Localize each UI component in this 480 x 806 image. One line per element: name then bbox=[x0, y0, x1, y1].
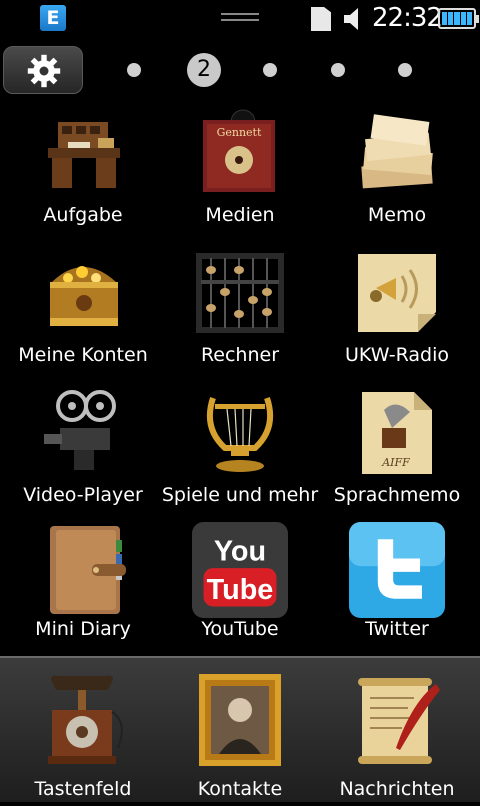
speaker-icon bbox=[344, 8, 358, 30]
page-dot-1[interactable] bbox=[127, 63, 141, 77]
svg-text:Gennett: Gennett bbox=[217, 126, 262, 139]
app-label: Rechner bbox=[200, 344, 280, 366]
app-label: Aufgabe bbox=[43, 204, 123, 226]
app-sprachmemo[interactable]: AIFF Sprachmemo bbox=[319, 386, 475, 522]
portrait-frame-icon bbox=[199, 674, 281, 766]
app-label: Kontakte bbox=[197, 778, 283, 800]
quill-scroll-icon bbox=[358, 678, 440, 764]
app-spiele[interactable]: Spiele und mehr bbox=[162, 386, 318, 522]
app-twitter[interactable]: Twitter bbox=[319, 520, 475, 656]
youtube-you-text: You bbox=[214, 535, 266, 567]
twitter-icon bbox=[349, 522, 445, 618]
clock: 22:32 bbox=[372, 3, 443, 33]
page-dot-current[interactable]: 2 bbox=[187, 53, 221, 87]
app-label: Meine Konten bbox=[18, 344, 148, 366]
rotary-telephone-icon bbox=[48, 675, 123, 764]
app-ukw-radio[interactable]: UKW-Radio bbox=[319, 246, 475, 382]
sd-card-icon bbox=[311, 7, 331, 31]
status-bar: E 22:32 bbox=[0, 0, 480, 38]
app-label: Spiele und mehr bbox=[161, 484, 319, 506]
battery-icon bbox=[438, 8, 479, 29]
app-mini-diary[interactable]: Mini Diary bbox=[5, 520, 161, 656]
aiff-file-icon: AIFF bbox=[362, 392, 432, 474]
notification-handle[interactable] bbox=[221, 13, 259, 25]
app-label: UKW-Radio bbox=[345, 344, 449, 366]
paper-stack-icon bbox=[361, 114, 433, 189]
film-projector-icon bbox=[44, 390, 116, 470]
app-label: Video-Player bbox=[23, 484, 143, 506]
settings-button[interactable] bbox=[3, 46, 83, 94]
gear-icon bbox=[27, 54, 61, 88]
dock-kontakte[interactable]: Kontakte bbox=[162, 670, 318, 806]
app-label: Twitter bbox=[365, 618, 429, 640]
app-label: Memo bbox=[367, 204, 427, 226]
diary-icon bbox=[50, 526, 126, 614]
page-dot-3[interactable] bbox=[263, 63, 277, 77]
page-dot-4[interactable] bbox=[331, 63, 345, 77]
dock-tastenfeld[interactable]: Tastenfeld bbox=[5, 670, 161, 806]
page-dot-5[interactable] bbox=[398, 63, 412, 77]
aiff-label: AIFF bbox=[381, 456, 410, 469]
dock: Tastenfeld Kontakte Nachrichten bbox=[0, 656, 480, 802]
app-label: Mini Diary bbox=[35, 618, 131, 640]
record-icon: Gennett bbox=[203, 109, 275, 192]
lyre-icon bbox=[207, 397, 273, 472]
app-label: Nachrichten bbox=[339, 778, 455, 800]
app-medien[interactable]: Gennett Medien bbox=[162, 106, 318, 242]
dock-nachrichten[interactable]: Nachrichten bbox=[319, 670, 475, 806]
network-e-icon: E bbox=[40, 5, 66, 31]
app-meine-konten[interactable]: Meine Konten bbox=[5, 246, 161, 382]
app-memo[interactable]: Memo bbox=[319, 106, 475, 242]
app-label: Medien bbox=[205, 204, 275, 226]
app-label: YouTube bbox=[201, 618, 279, 640]
app-rechner[interactable]: Rechner bbox=[162, 246, 318, 382]
abacus-icon bbox=[196, 253, 284, 333]
app-video-player[interactable]: Video-Player bbox=[5, 386, 161, 522]
youtube-icon: You Tube bbox=[192, 522, 288, 618]
app-label: Tastenfeld bbox=[34, 778, 132, 800]
app-youtube[interactable]: You Tube YouTube bbox=[162, 520, 318, 656]
youtube-tube-text: Tube bbox=[207, 574, 274, 606]
desk-icon bbox=[48, 122, 120, 188]
treasure-chest-icon bbox=[50, 266, 118, 326]
gramophone-note-icon bbox=[358, 254, 436, 332]
app-aufgabe[interactable]: Aufgabe bbox=[5, 106, 161, 242]
app-label: Sprachmemo bbox=[333, 484, 461, 506]
